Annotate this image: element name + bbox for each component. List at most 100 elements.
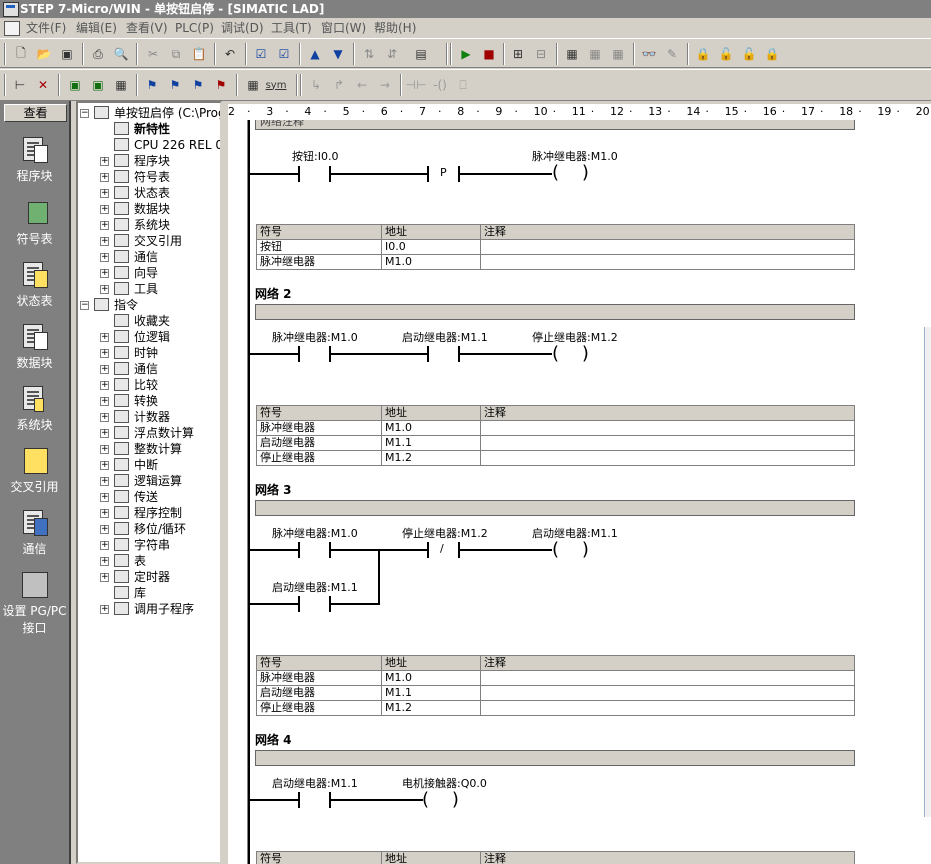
tree-instruction-item[interactable]: + 字符串 xyxy=(78,537,220,553)
options-icon[interactable]: ▤ xyxy=(411,44,431,64)
expand-icon[interactable]: + xyxy=(100,525,109,534)
network-3-comment-bar[interactable] xyxy=(255,500,855,516)
save-all-icon[interactable]: ▣ xyxy=(57,44,77,64)
expand-icon[interactable]: + xyxy=(100,605,109,614)
watch-icon[interactable]: 👓 xyxy=(639,44,659,64)
read-forced-icon[interactable]: 🔒 xyxy=(762,44,782,64)
expand-icon[interactable]: + xyxy=(100,173,109,182)
expand-icon[interactable]: + xyxy=(100,349,109,358)
sort-ascending-icon[interactable]: ⇅ xyxy=(359,44,379,64)
menu-edit[interactable]: 编辑(E) xyxy=(76,18,117,38)
expand-icon[interactable]: + xyxy=(100,413,109,422)
expand-icon[interactable]: + xyxy=(100,205,109,214)
nav-data-block[interactable]: 数据块 xyxy=(0,322,69,371)
tree-item[interactable]: CPU 226 REL 02. xyxy=(78,137,220,153)
network-4-comment-bar[interactable] xyxy=(255,750,855,766)
tree-instruction-item[interactable]: + 中断 xyxy=(78,457,220,473)
contact-left[interactable] xyxy=(298,346,300,362)
tree-instruction-item[interactable]: + 逻辑运算 xyxy=(78,473,220,489)
box-icon[interactable]: ⎕ xyxy=(453,75,473,95)
network-2-title[interactable]: 网络 2 xyxy=(255,285,292,302)
menu-debug[interactable]: 调试(D) xyxy=(221,18,264,38)
p-contact-left[interactable] xyxy=(427,166,429,182)
nav-set-pg-pc-interface[interactable]: 设置 PG/PC 接口 xyxy=(0,570,69,636)
nav-program-block[interactable]: 程序块 xyxy=(0,135,69,184)
expand-icon[interactable]: + xyxy=(100,221,109,230)
collapse-icon[interactable]: − xyxy=(80,109,89,118)
expand-icon[interactable]: + xyxy=(100,397,109,406)
tree-instruction-item[interactable]: + 表 xyxy=(78,553,220,569)
menu-view[interactable]: 查看(V) xyxy=(126,18,168,38)
network-toggle-icon[interactable]: ▣ xyxy=(65,75,85,95)
down-line-icon[interactable]: ↳ xyxy=(306,75,326,95)
tree-item[interactable]: + 系统块 xyxy=(78,217,220,233)
chart-status-icon[interactable]: ▦ xyxy=(562,44,582,64)
upload-icon[interactable]: ▲ xyxy=(305,44,325,64)
tree-item[interactable]: + 状态表 xyxy=(78,185,220,201)
lock-icon[interactable]: 🔒 xyxy=(693,44,713,64)
tree-item[interactable]: + 向导 xyxy=(78,265,220,281)
tree-instruction-item[interactable]: + 整数计算 xyxy=(78,441,220,457)
tree-instruction-item[interactable]: + 传送 xyxy=(78,489,220,505)
tree-instruction-item[interactable]: + 位逻辑 xyxy=(78,329,220,345)
contact-left[interactable] xyxy=(298,596,300,612)
unlock-icon[interactable]: 🔓 xyxy=(716,44,736,64)
menu-window[interactable]: 窗口(W) xyxy=(321,18,366,38)
left-line-icon[interactable]: ← xyxy=(352,75,372,95)
print-icon[interactable]: ⎙ xyxy=(88,44,108,64)
nav-communication[interactable]: 通信 xyxy=(0,508,69,557)
expand-icon[interactable]: + xyxy=(100,557,109,566)
expand-icon[interactable]: + xyxy=(100,477,109,486)
tree-instruction-item[interactable]: + 浮点数计算 xyxy=(78,425,220,441)
tree-instructions[interactable]: − 指令 xyxy=(78,297,220,313)
tree-item[interactable]: + 交叉引用 xyxy=(78,233,220,249)
coil-symbol[interactable]: ( ) xyxy=(422,791,459,809)
program-status-icon[interactable]: ⊞ xyxy=(508,44,528,64)
network-comment-icon[interactable]: ▣ xyxy=(88,75,108,95)
expand-icon[interactable]: + xyxy=(100,365,109,374)
menu-tools[interactable]: 工具(T) xyxy=(271,18,312,38)
up-line-icon[interactable]: ↱ xyxy=(329,75,349,95)
tree-instruction-item[interactable]: + 程序控制 xyxy=(78,505,220,521)
compile-all-icon[interactable]: ☑ xyxy=(274,44,294,64)
coil-symbol[interactable]: ( ) xyxy=(552,345,589,363)
paste-icon[interactable]: 📋 xyxy=(189,44,209,64)
expand-icon[interactable]: + xyxy=(100,429,109,438)
nav-cross-reference[interactable]: 交叉引用 xyxy=(0,446,69,495)
tree-item[interactable]: + 工具 xyxy=(78,281,220,297)
bookmark-icon[interactable]: ⚑ xyxy=(142,75,162,95)
force-icon[interactable]: ✎ xyxy=(662,44,682,64)
write-all-icon[interactable]: ▦ xyxy=(608,44,628,64)
network-comment-bar[interactable]: 网络注释 xyxy=(255,120,855,130)
delete-contact-icon[interactable]: ✕ xyxy=(33,75,53,95)
tree-item[interactable]: 新特性 xyxy=(78,121,220,137)
run-icon[interactable]: ▶ xyxy=(456,44,476,64)
contact-left[interactable] xyxy=(298,166,300,182)
expand-icon[interactable]: + xyxy=(100,253,109,262)
expand-icon[interactable]: + xyxy=(100,285,109,294)
tree-instruction-item[interactable]: + 移位/循环 xyxy=(78,521,220,537)
expand-icon[interactable]: + xyxy=(100,509,109,518)
undo-icon[interactable]: ↶ xyxy=(220,44,240,64)
view-header[interactable]: 查看 xyxy=(4,104,67,122)
right-line-icon[interactable]: → xyxy=(375,75,395,95)
menu-help[interactable]: 帮助(H) xyxy=(374,18,416,38)
tree-item[interactable]: + 符号表 xyxy=(78,169,220,185)
menu-plc[interactable]: PLC(P) xyxy=(175,18,214,38)
tree-instruction-item[interactable]: + 通信 xyxy=(78,361,220,377)
coil-icon[interactable]: -() xyxy=(430,75,450,95)
single-read-icon[interactable]: ▦ xyxy=(585,44,605,64)
tree-item[interactable]: + 数据块 xyxy=(78,201,220,217)
cut-icon[interactable]: ✂ xyxy=(143,44,163,64)
stop-icon[interactable]: ■ xyxy=(479,44,499,64)
network-3-title[interactable]: 网络 3 xyxy=(255,481,292,498)
tree-item[interactable]: + 通信 xyxy=(78,249,220,265)
expand-icon[interactable]: + xyxy=(100,237,109,246)
coil-symbol[interactable]: ( ) xyxy=(552,541,589,559)
expand-icon[interactable]: + xyxy=(100,157,109,166)
tree-instruction-item[interactable]: + 计数器 xyxy=(78,409,220,425)
expand-icon[interactable]: + xyxy=(100,573,109,582)
download-icon[interactable]: ▼ xyxy=(328,44,348,64)
menu-file[interactable]: 文件(F) xyxy=(26,18,66,38)
print-preview-icon[interactable]: 🔍 xyxy=(111,44,131,64)
